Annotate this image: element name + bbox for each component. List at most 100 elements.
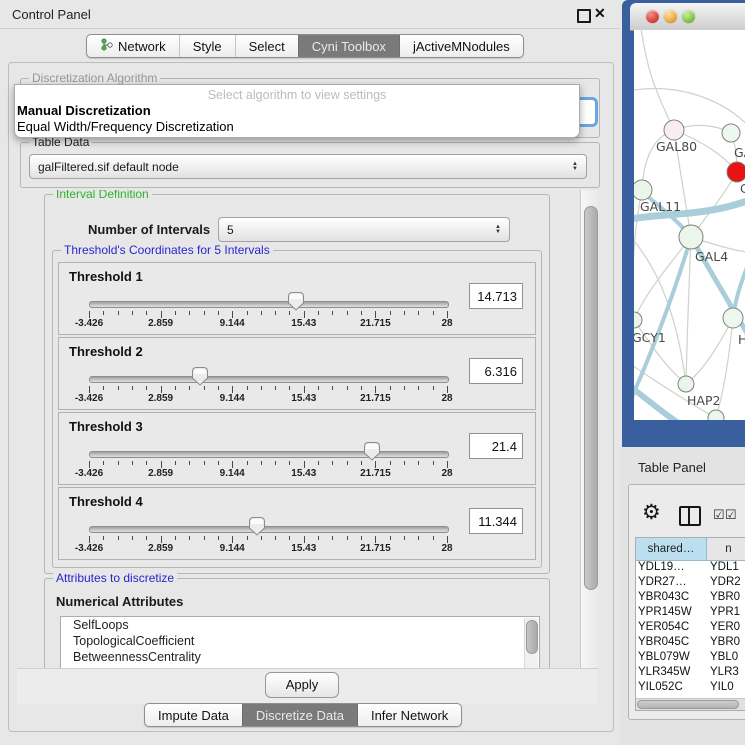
- tick-label: -3.426: [75, 318, 103, 329]
- threshold-value-field[interactable]: 6.316: [469, 358, 523, 384]
- slider-ticks: -3.4262.8599.14415.4321.71528: [59, 488, 535, 559]
- tick-mark: [218, 386, 219, 390]
- table-row[interactable]: YIL052CYIL0: [636, 681, 745, 696]
- slider-thumb[interactable]: [287, 291, 305, 311]
- num-intervals-combo[interactable]: 5 ▲▼: [218, 217, 510, 242]
- popup-item-equal-width[interactable]: Equal Width/Frequency Discretization: [17, 119, 234, 134]
- list-scrollbar[interactable]: [524, 618, 538, 668]
- split-columns-icon[interactable]: [679, 506, 701, 526]
- table-hscrollbar[interactable]: [635, 698, 745, 711]
- close-icon[interactable]: ✕: [594, 5, 606, 22]
- table-panel-body: ⚙ ☑ ☑ shared… n YDL19…YDL1YDR27…YDR2YBR0…: [628, 484, 745, 720]
- cell-name: YDR2: [706, 576, 745, 591]
- table-row[interactable]: YER054CYER0: [636, 621, 745, 636]
- tab-network[interactable]: Network: [87, 35, 179, 57]
- tick-mark: [447, 311, 448, 318]
- list-scrollbar-thumb[interactable]: [526, 620, 538, 654]
- table-row[interactable]: YBR043CYBR0: [636, 591, 745, 606]
- slider-thumb[interactable]: [248, 516, 266, 536]
- table-row[interactable]: YLR345WYLR3: [636, 666, 745, 681]
- network-node-gcy1[interactable]: [634, 312, 642, 328]
- tick-mark: [132, 536, 133, 540]
- tick-mark: [204, 536, 205, 540]
- network-edge: [640, 30, 674, 130]
- threshold-value-field[interactable]: 11.344: [469, 508, 523, 534]
- apply-button[interactable]: Apply: [265, 672, 339, 698]
- table-row[interactable]: YDR27…YDR2: [636, 576, 745, 591]
- float-window-icon[interactable]: [577, 9, 591, 23]
- tick-label: -3.426: [75, 468, 103, 479]
- checkbox-icon[interactable]: ☑: [713, 507, 725, 523]
- minimize-traffic-light-icon[interactable]: [664, 10, 677, 23]
- bottom-tab-bar: Impute Data Discretize Data Infer Networ…: [144, 703, 462, 727]
- network-node-gal11[interactable]: [634, 180, 652, 200]
- close-traffic-light-icon[interactable]: [646, 10, 659, 23]
- tick-mark: [218, 311, 219, 315]
- tick-mark: [318, 386, 319, 390]
- threshold-value-field[interactable]: 21.4: [469, 433, 523, 459]
- table-row[interactable]: YDL19…YDL1: [636, 561, 745, 576]
- tick-label: -3.426: [75, 543, 103, 554]
- tick-mark: [347, 536, 348, 540]
- tab-network-label: Network: [118, 39, 166, 54]
- cell-name: YBL0: [706, 651, 745, 666]
- zoom-traffic-light-icon[interactable]: [682, 10, 695, 23]
- thresholds-group-title: Threshold's Coordinates for 5 Intervals: [61, 243, 273, 257]
- tick-label: -3.426: [75, 393, 103, 404]
- tick-mark: [332, 386, 333, 390]
- tab-discretize-data[interactable]: Discretize Data: [242, 704, 357, 726]
- popup-item-manual[interactable]: Manual Discretization: [17, 103, 151, 118]
- table-data-combo[interactable]: galFiltered.sif default node ▲▼: [29, 154, 587, 179]
- slider-thumb[interactable]: [363, 441, 381, 461]
- tab-select[interactable]: Select: [235, 35, 298, 57]
- table-panel: Table Panel ⚙ ☑ ☑ shared… n YDL19…YDL1YD…: [620, 447, 745, 745]
- network-node-gal4[interactable]: [679, 225, 703, 249]
- network-node[interactable]: [722, 124, 740, 142]
- algorithm-popup: Select algorithm to view settings Manual…: [14, 84, 580, 138]
- tick-mark: [404, 536, 405, 540]
- tick-label: 15.43: [291, 318, 316, 329]
- network-node[interactable]: [708, 410, 724, 420]
- threshold-value-field[interactable]: 14.713: [469, 283, 523, 309]
- table-row[interactable]: YBR045CYBR0: [636, 636, 745, 651]
- column-header-shared[interactable]: shared…: [636, 538, 707, 560]
- settings-viewport: Interval Definition Number of Intervals …: [16, 190, 580, 668]
- tab-jactivemnodules[interactable]: jActiveMNodules: [399, 35, 523, 57]
- tick-mark: [433, 311, 434, 315]
- network-node-hap2[interactable]: [678, 376, 694, 392]
- tick-mark: [204, 386, 205, 390]
- table-row[interactable]: YBL079WYBL0: [636, 651, 745, 666]
- tick-mark: [447, 386, 448, 393]
- network-node-h[interactable]: [723, 308, 743, 328]
- node-table[interactable]: shared… n YDL19…YDL1YDR27…YDR2YBR043CYBR…: [635, 537, 745, 699]
- settings-scrollbar-thumb[interactable]: [584, 206, 598, 590]
- column-header-name[interactable]: n: [707, 538, 745, 560]
- cell-shared-name: YBR045C: [636, 636, 706, 651]
- tab-cyni-toolbox[interactable]: Cyni Toolbox: [298, 35, 399, 57]
- cell-shared-name: YDL19…: [636, 561, 706, 576]
- checkbox-icon[interactable]: ☑: [725, 507, 737, 523]
- network-canvas[interactable]: GAL80GACGAL11GAL4GCY1HHAP2: [634, 30, 745, 420]
- table-rows: YDL19…YDL1YDR27…YDR2YBR043CYBR0YPR145WYP…: [636, 561, 745, 696]
- network-node[interactable]: [727, 162, 745, 182]
- network-node-gal80[interactable]: [664, 120, 684, 140]
- table-row[interactable]: YPR145WYPR1: [636, 606, 745, 621]
- tick-mark: [304, 386, 305, 393]
- numerical-attributes-list[interactable]: SelfLoopsTopologicalCoefficientBetweenne…: [60, 616, 540, 668]
- tick-mark: [390, 536, 391, 540]
- tab-impute-data[interactable]: Impute Data: [145, 704, 242, 726]
- table-hscrollbar-thumb[interactable]: [637, 700, 739, 709]
- tab-infer-network[interactable]: Infer Network: [357, 704, 461, 726]
- settings-scrollbar[interactable]: [580, 190, 599, 668]
- tick-label: 28: [441, 468, 452, 479]
- tab-style[interactable]: Style: [179, 35, 235, 57]
- tick-label: 15.43: [291, 468, 316, 479]
- tick-label: 28: [441, 543, 452, 554]
- attribute-item[interactable]: BetweennessCentrality: [61, 649, 539, 665]
- tick-label: 15.43: [291, 393, 316, 404]
- tick-label: 2.859: [148, 543, 173, 554]
- slider-thumb[interactable]: [191, 366, 209, 386]
- attribute-item[interactable]: SelfLoops: [61, 617, 539, 633]
- gear-icon[interactable]: ⚙: [642, 503, 661, 523]
- attribute-item[interactable]: TopologicalCoefficient: [61, 633, 539, 649]
